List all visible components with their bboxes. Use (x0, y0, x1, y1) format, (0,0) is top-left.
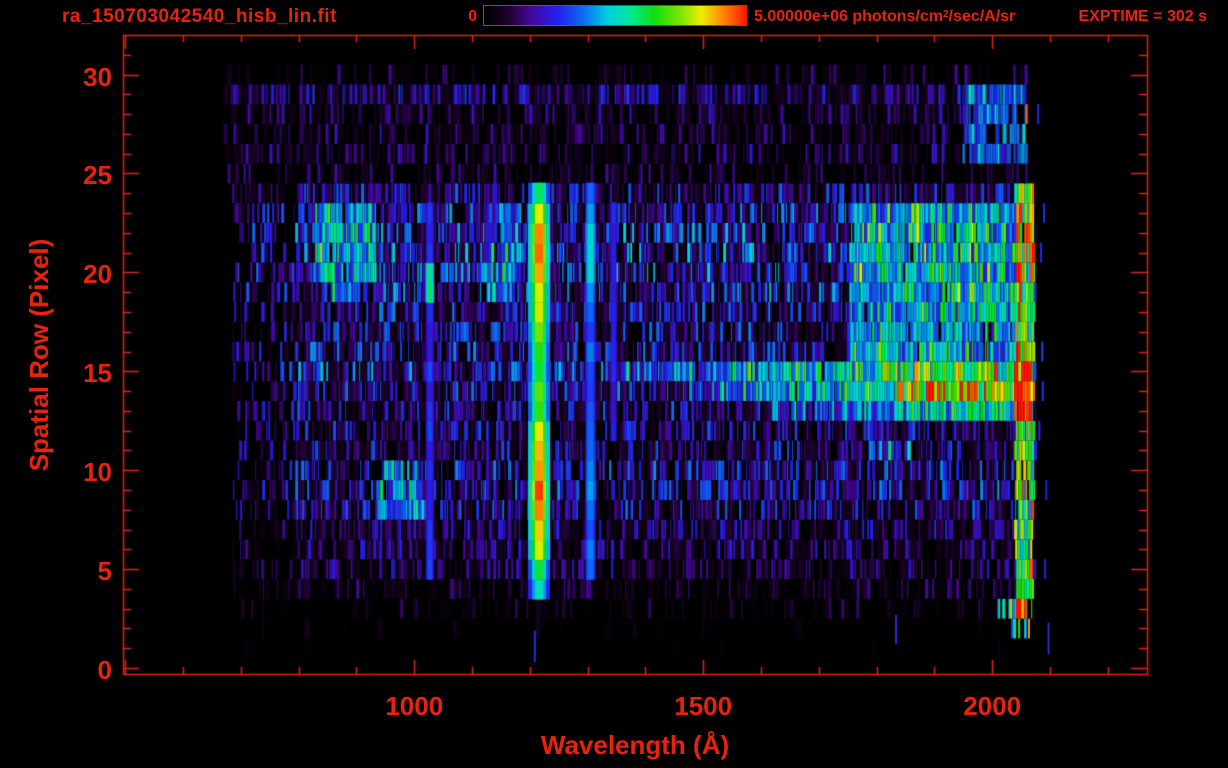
colorbar-max-label: 5.00000e+06 photons/cm2/sec/A/sr (754, 9, 1015, 25)
colorbar-max-suffix: /sec/A/sr (948, 8, 1016, 25)
heatmap-canvas (0, 0, 1228, 768)
x-tick-label: 2000 (963, 691, 1022, 721)
y-tick-label: 30 (83, 61, 112, 92)
y-tick-label: 0 (97, 655, 112, 686)
y-tick-label: 25 (83, 160, 112, 191)
colorbar-max-prefix: 5.00000e+06 photons/cm (754, 8, 943, 25)
x-tick-label: 1000 (385, 691, 444, 721)
page-title: ra_150703042540_hisb_lin.fit (62, 6, 337, 27)
exptime-label: EXPTIME = 302 s (1078, 8, 1207, 25)
y-tick-label: 5 (97, 556, 112, 587)
y-axis-title: Spatial Row (Pixel) (24, 238, 54, 472)
colorbar (483, 5, 747, 26)
spectral-image-viewer: ra_150703042540_hisb_lin.fit 0 5.00000e+… (0, 0, 1228, 768)
x-tick-label: 1500 (674, 691, 733, 721)
x-axis-title: Wavelength (Å) (540, 730, 730, 760)
colorbar-min-label: 0 (468, 8, 477, 25)
